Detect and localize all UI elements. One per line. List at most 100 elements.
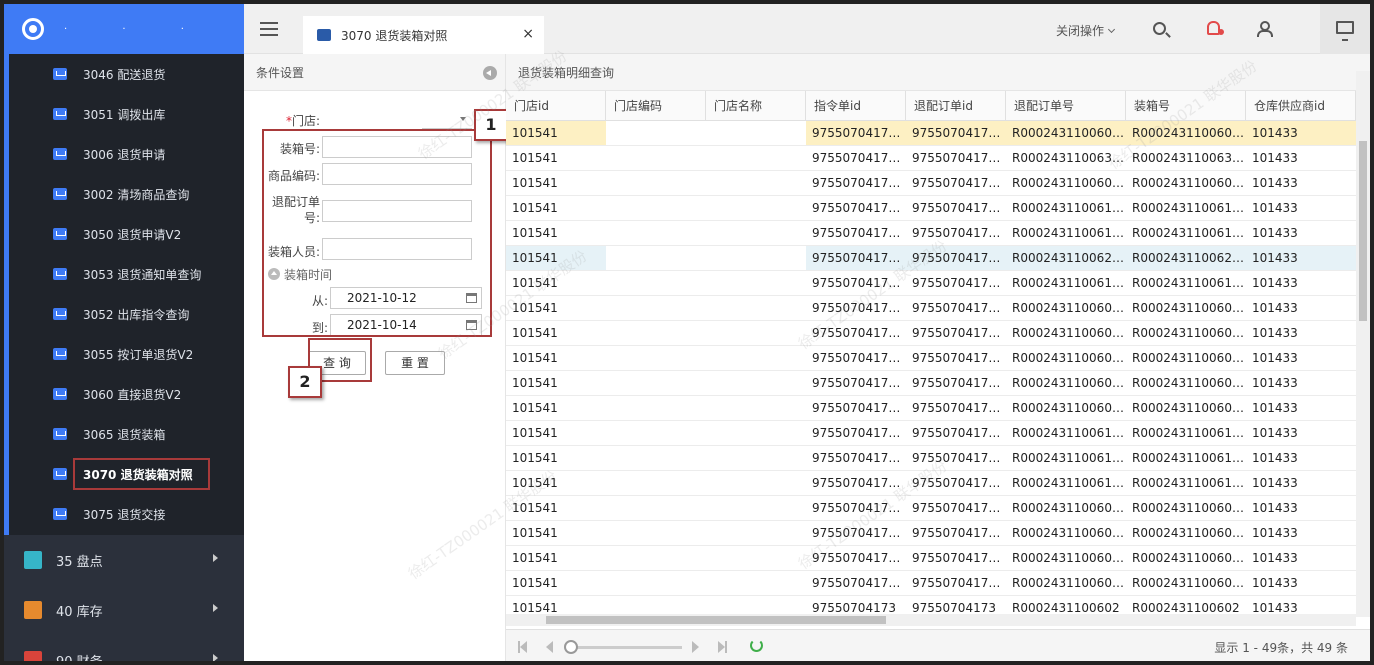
table-row[interactable]: 101541 97550704173... 97550704173... R00024…: [506, 246, 1356, 271]
prev-page-icon[interactable]: [546, 641, 553, 653]
submenu-item[interactable]: 3070 退货装箱对照: [9, 454, 244, 494]
column-header[interactable]: 指令单id: [806, 91, 906, 121]
table-cell: 101433: [1252, 551, 1298, 565]
submenu-item[interactable]: 3006 退货申请: [9, 134, 244, 174]
menu-group-inventory[interactable]: 40 库存: [4, 585, 244, 635]
table-cell: 101541: [512, 451, 558, 465]
submenu-item[interactable]: 3051 调拨出库: [9, 94, 244, 134]
table-cell: R0002431100636...: [1012, 151, 1126, 165]
horizontal-scroll-thumb[interactable]: [546, 616, 886, 624]
table-row[interactable]: 101541 97550704173... 97550704173... R00024…: [506, 546, 1356, 571]
table-row[interactable]: 101541 97550704173... 97550704173... R00024…: [506, 371, 1356, 396]
table-row[interactable]: 101541 97550704173... 97550704173... R00024…: [506, 521, 1356, 546]
table-cell: 97550704173...: [912, 526, 1006, 540]
table-cell: 101541: [512, 201, 558, 215]
column-header[interactable]: 门店编码: [606, 91, 706, 121]
user-icon[interactable]: [1257, 21, 1273, 37]
column-header[interactable]: 门店id: [506, 91, 606, 121]
condition-panel-title: 条件设置: [256, 65, 305, 80]
to-date-input[interactable]: 2021-10-14: [330, 314, 482, 336]
table-row[interactable]: 101541 97550704173... 97550704173... R00024…: [506, 121, 1356, 146]
tab-3070[interactable]: 3070 退货装箱对照 ×: [303, 16, 544, 54]
table-cell: [606, 296, 706, 320]
table-row[interactable]: 101541 97550704173... 97550704173... R00024…: [506, 321, 1356, 346]
page-slider-track[interactable]: [572, 646, 682, 649]
from-date-input[interactable]: 2021-10-12: [330, 287, 482, 309]
menu-group-stocktake[interactable]: 35 盘点: [4, 535, 244, 585]
packer-label: 装箱人员:: [267, 245, 320, 259]
table-cell: 97550704173...: [912, 451, 1006, 465]
table-cell: R0002431100603...: [1132, 376, 1246, 390]
table-row[interactable]: 101541 97550704173... 97550704173... R00024…: [506, 471, 1356, 496]
logo: · · ·: [4, 4, 244, 54]
table-row[interactable]: 101541 97550704173... 97550704173... R00024…: [506, 171, 1356, 196]
calendar-icon[interactable]: [466, 293, 477, 303]
column-header[interactable]: 门店名称: [706, 91, 806, 121]
close-icon[interactable]: ×: [522, 26, 534, 42]
column-header[interactable]: 装箱号: [1126, 91, 1246, 121]
table-cell: 97550704173...: [912, 276, 1006, 290]
column-header[interactable]: 退配订单号: [1006, 91, 1126, 121]
submenu-item[interactable]: 3002 清场商品查询: [9, 174, 244, 214]
collapse-left-icon[interactable]: [483, 66, 497, 80]
cart-icon: [53, 68, 67, 80]
table-row[interactable]: 101541 97550704173... 97550704173... R00024…: [506, 396, 1356, 421]
refresh-icon[interactable]: [750, 639, 763, 652]
fullscreen-button[interactable]: [1320, 4, 1370, 54]
submenu-item[interactable]: 3052 出库指令查询: [9, 294, 244, 334]
vertical-scrollbar[interactable]: [1356, 71, 1370, 617]
table-row[interactable]: 101541 97550704173 97550704173 R00024311006…: [506, 596, 1356, 614]
vertical-scroll-thumb[interactable]: [1359, 141, 1367, 321]
table-cell: [706, 396, 806, 420]
submenu-item[interactable]: 3050 退货申请V2: [9, 214, 244, 254]
table-cell: 101541: [512, 351, 558, 365]
horizontal-scrollbar[interactable]: [506, 614, 1356, 626]
search-icon[interactable]: [1153, 22, 1166, 35]
table-cell: 101541: [512, 401, 558, 415]
collapse-up-icon[interactable]: [268, 268, 280, 280]
bell-icon[interactable]: [1207, 21, 1224, 35]
table-row[interactable]: 101541 97550704173... 97550704173... R00024…: [506, 221, 1356, 246]
table-row[interactable]: 101541 97550704173... 97550704173... R00024…: [506, 296, 1356, 321]
submenu-item[interactable]: 3075 退货交接: [9, 494, 244, 534]
last-page-icon[interactable]: [718, 641, 727, 653]
page-slider-handle[interactable]: [564, 640, 578, 654]
box-no-input[interactable]: [322, 136, 472, 158]
submenu-item[interactable]: 3065 退货装箱: [9, 414, 244, 454]
first-page-icon[interactable]: [518, 641, 527, 653]
packer-input[interactable]: [322, 238, 472, 260]
table-row[interactable]: 101541 97550704173... 97550704173... R00024…: [506, 146, 1356, 171]
submenu-item[interactable]: 3060 直接退货V2: [9, 374, 244, 414]
menu-group-finance[interactable]: 90 财务: [4, 635, 244, 661]
cart-icon: [53, 468, 67, 480]
table-cell: 97550704173...: [812, 351, 906, 365]
table-row[interactable]: 101541 97550704173... 97550704173... R00024…: [506, 196, 1356, 221]
packing-time-label: 装箱时间: [284, 268, 333, 282]
submenu-item[interactable]: 3053 退货通知单查询: [9, 254, 244, 294]
table-cell: [706, 471, 806, 495]
table-row[interactable]: 101541 97550704173... 97550704173... R00024…: [506, 271, 1356, 296]
table-row[interactable]: 101541 97550704173... 97550704173... R00024…: [506, 421, 1356, 446]
table-cell: 101541: [512, 126, 558, 140]
submenu-item[interactable]: 3055 按订单退货V2: [9, 334, 244, 374]
table-cell: 97550704173...: [812, 251, 906, 265]
store-select[interactable]: [422, 109, 472, 129]
submenu-item-label: 3002 清场商品查询: [83, 187, 190, 202]
table-cell: 101541: [512, 426, 558, 440]
next-page-icon[interactable]: [692, 641, 699, 653]
calendar-icon[interactable]: [466, 320, 477, 330]
product-code-input[interactable]: [322, 163, 472, 185]
table-row[interactable]: 101541 97550704173... 97550704173... R00024…: [506, 446, 1356, 471]
table-cell: [706, 296, 806, 320]
table-row[interactable]: 101541 97550704173... 97550704173... R00024…: [506, 571, 1356, 596]
menu-toggle-icon[interactable]: [260, 22, 278, 36]
submenu-item-label: 3065 退货装箱: [83, 427, 166, 442]
table-row[interactable]: 101541 97550704173... 97550704173... R00024…: [506, 346, 1356, 371]
submenu-item[interactable]: 3046 配送退货: [9, 54, 244, 94]
table-row[interactable]: 101541 97550704173... 97550704173... R00024…: [506, 496, 1356, 521]
reset-button[interactable]: 重 置: [385, 351, 445, 375]
column-header[interactable]: 仓库供应商id: [1246, 91, 1356, 121]
column-header[interactable]: 退配订单id: [906, 91, 1006, 121]
return-order-no-input[interactable]: [322, 200, 472, 222]
close-operations-dropdown[interactable]: 关闭操作: [1056, 22, 1114, 39]
